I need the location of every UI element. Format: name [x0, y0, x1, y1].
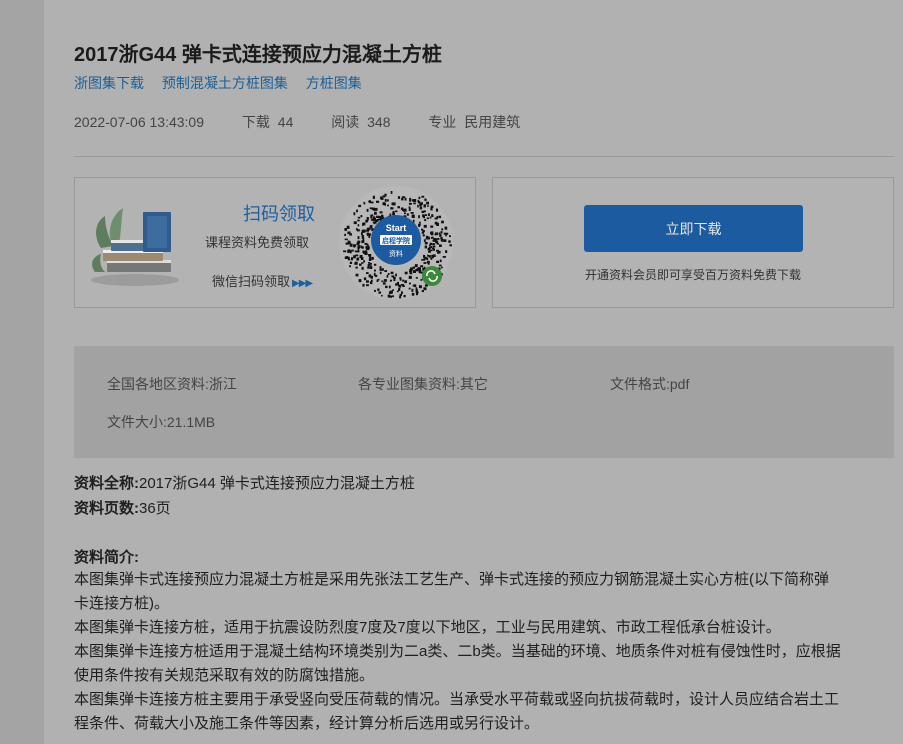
tag-link[interactable]: 方桩图集	[306, 75, 362, 91]
publish-datetime: 2022-07-06 13:43:09	[74, 114, 204, 130]
intro-line: 卡连接方桩)。	[74, 595, 169, 612]
page-panel: 2017浙G44 弹卡式连接预应力混凝土方桩 浙图集下载 预制混凝土方桩图集 方…	[44, 0, 903, 744]
file-info-panel: 全国各地区资料:浙江 各专业图集资料:其它 文件格式:pdf 文件大小:21.1…	[74, 346, 894, 458]
fullname-row: 资料全称:2017浙G44 弹卡式连接预应力混凝土方桩	[74, 472, 415, 493]
books-illustration	[91, 208, 179, 286]
format-info: 文件格式:pdf	[610, 376, 690, 392]
page-title: 2017浙G44 弹卡式连接预应力混凝土方桩	[74, 44, 442, 66]
downloads-count: 44	[277, 114, 294, 130]
qr-badge-top: Start	[386, 223, 407, 233]
major-value: 民用建筑	[464, 114, 521, 130]
pages-value: 36页	[139, 500, 171, 517]
scan-promo-card: 扫码领取 课程资料免费领取 微信扫码领取 ▶▶▶ Start 启程学院 资料	[74, 177, 476, 308]
arrows-icon: ▶▶▶	[292, 278, 313, 289]
download-now-button[interactable]: 立即下载	[584, 205, 803, 252]
pages-label: 资料页数:	[74, 500, 139, 517]
intro-label: 资料简介:	[74, 549, 139, 566]
wechat-miniprogram-icon	[422, 266, 442, 286]
qr-badge-bottom: 资料	[389, 249, 403, 258]
size-info: 文件大小:21.1MB	[107, 414, 216, 430]
intro-line: 程条件、荷载大小及施工条件等因素，经计算分析后选用或另行设计。	[74, 715, 540, 732]
intro-line: 本图集弹卡连接方桩主要用于承受竖向受压荷载的情况。当承受水平荷载或竖向抗拔荷载时…	[74, 691, 840, 708]
qr-badge-mid: 启程学院	[382, 236, 410, 245]
scan-title: 扫码领取	[243, 204, 315, 224]
fullname-label: 资料全称:	[74, 475, 139, 492]
pages-row: 资料页数:36页	[74, 497, 171, 518]
intro-line: 使用条件按有关规范采取有效的防腐蚀措施。	[74, 667, 375, 684]
scan-cta: 微信扫码领取 ▶▶▶	[212, 271, 313, 290]
reads-label: 阅读	[331, 114, 360, 130]
category-info: 各专业图集资料:其它	[358, 376, 488, 392]
major-label: 专业	[428, 114, 457, 130]
download-card: 立即下载 开通资料会员即可享受百万资料免费下载	[492, 177, 894, 308]
scan-subtitle: 课程资料免费领取	[205, 235, 310, 250]
reads-count: 348	[367, 114, 391, 130]
intro-text: 本图集弹卡式连接预应力混凝土方桩是采用先张法工艺生产、弹卡式连接的预应力钢筋混凝…	[74, 568, 894, 736]
tag-link[interactable]: 浙图集下载	[74, 75, 144, 91]
intro-line: 本图集弹卡连接方桩适用于混凝土结构环境类别为二a类、二b类。当基础的环境、地质条…	[74, 643, 841, 660]
meta-row: 2022-07-06 13:43:09 下载 44 阅读 348 专业 民用建筑	[74, 112, 524, 132]
intro-line: 本图集弹卡连接方桩，适用于抗震设防烈度7度及7度以下地区，工业与民用建筑、市政工…	[74, 619, 781, 636]
downloads-label: 下载	[241, 114, 270, 130]
intro-heading: 资料简介:	[74, 546, 139, 567]
divider	[74, 156, 894, 157]
fullname-value: 2017浙G44 弹卡式连接预应力混凝土方桩	[139, 475, 415, 492]
qr-code[interactable]: Start 启程学院 资料	[337, 184, 455, 302]
tag-link[interactable]: 预制混凝土方桩图集	[162, 75, 288, 91]
intro-line: 本图集弹卡式连接预应力混凝土方桩是采用先张法工艺生产、弹卡式连接的预应力钢筋混凝…	[74, 571, 830, 588]
scan-cta-label: 微信扫码领取	[212, 274, 291, 289]
region-info: 全国各地区资料:浙江	[107, 376, 237, 392]
tag-list: 浙图集下载 预制混凝土方桩图集 方桩图集	[74, 73, 376, 93]
membership-note: 开通资料会员即可享受百万资料免费下载	[584, 268, 801, 282]
